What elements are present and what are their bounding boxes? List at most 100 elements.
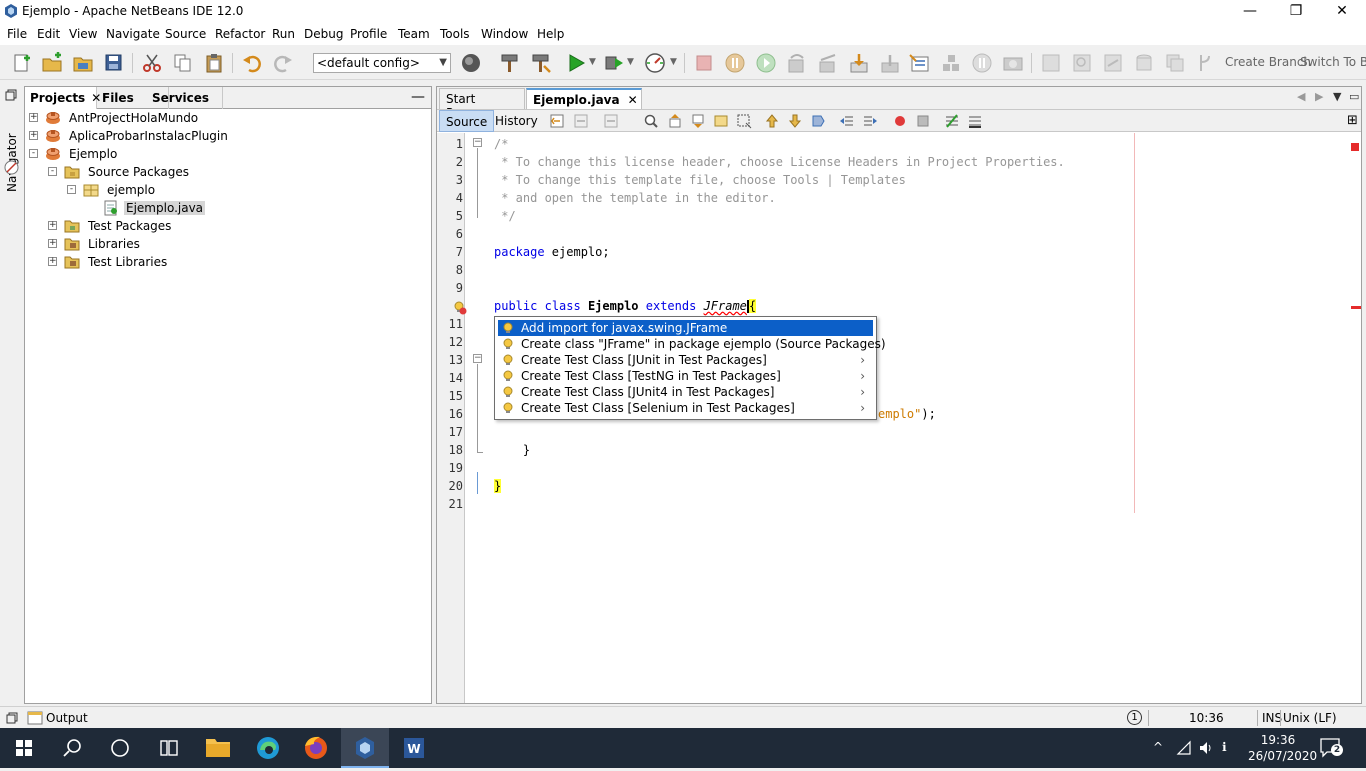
chevron-down-icon[interactable]: ▼ [589,57,596,67]
menu-profile[interactable]: Profile [350,27,387,41]
history-view-button[interactable]: History [489,110,544,132]
collapse-icon[interactable]: - [29,149,38,158]
start-macro-recording-icon[interactable] [892,113,908,129]
expand-icon[interactable]: + [29,131,38,140]
close-icon[interactable]: ✕ [1319,0,1365,23]
error-stripe-marker[interactable] [1351,143,1359,151]
menu-tools[interactable]: Tools [440,27,470,41]
line-number[interactable]: 13 [437,351,463,369]
output-tab[interactable]: Output [46,711,88,725]
line-number[interactable]: 8 [437,261,463,279]
next-bookmark-icon[interactable] [787,113,803,129]
switch-branch-button[interactable]: Switch To Bra [1300,55,1366,69]
close-icon[interactable]: ✕ [628,93,638,107]
line-number[interactable]: 18 [437,441,463,459]
menu-source[interactable]: Source [165,27,206,41]
paste-icon[interactable] [203,52,225,74]
code-line-20[interactable]: } [494,477,502,495]
redo-icon[interactable] [272,52,294,74]
expand-icon[interactable]: + [48,257,57,266]
line-number[interactable]: 3 [437,171,463,189]
menu-window[interactable]: Window [481,27,528,41]
word-icon[interactable]: W [390,728,438,768]
find-icon[interactable] [643,113,659,129]
restore-window-icon[interactable] [6,712,18,724]
code-line-10[interactable]: public class Ejemplo extends JFrame{ [494,297,757,315]
last-edit-icon[interactable] [549,113,565,129]
uncomment-icon[interactable] [967,113,983,129]
rectangular-selection-icon[interactable] [736,113,752,129]
configuration-select[interactable]: <default config> ▼ [313,53,451,73]
menu-navigate[interactable]: Navigate [106,27,160,41]
line-number[interactable]: 7 [437,243,463,261]
hint-create-test-junit[interactable]: Create Test Class [JUnit in Test Package… [498,352,873,368]
code-line-1[interactable]: /* [494,135,508,153]
line-number[interactable]: 16 [437,405,463,423]
start-icon[interactable] [0,728,48,768]
line-number[interactable]: 2 [437,153,463,171]
input-language-icon[interactable]: ℹ [1222,740,1227,754]
code-line-3[interactable]: * To change this template file, choose T… [494,171,906,189]
volume-icon[interactable] [1198,740,1214,756]
scroll-tabs-left-icon[interactable]: ◀ [1297,90,1305,103]
expand-icon[interactable]: + [29,113,38,122]
source-view-button[interactable]: Source [439,110,495,132]
menu-debug[interactable]: Debug [304,27,343,41]
system-clock[interactable]: 19:36 26/07/2020 [1248,732,1317,764]
open-project-icon[interactable] [72,52,94,74]
hint-create-test-testng[interactable]: Create Test Class [TestNG in Test Packag… [498,368,873,384]
code-line-2[interactable]: * To change this license header, choose … [494,153,1065,171]
line-number[interactable]: 17 [437,423,463,441]
menu-view[interactable]: View [69,27,97,41]
minimize-panel-icon[interactable]: — [411,89,425,105]
menu-refactor[interactable]: Refactor [215,27,265,41]
hint-create-class[interactable]: Create class "JFrame" in package ejemplo… [498,336,886,352]
tab-ejemplo-java[interactable]: Ejemplo.java ✕ [526,88,642,109]
cut-icon[interactable] [141,52,163,74]
action-center-icon[interactable]: 2 [1318,736,1348,760]
fold-collapse-icon[interactable]: − [473,354,482,363]
search-icon[interactable] [48,728,96,768]
line-number[interactable]: 4 [437,189,463,207]
shift-right-icon[interactable] [862,113,878,129]
cortana-icon[interactable] [96,728,144,768]
output-window-icon[interactable] [27,710,43,726]
line-number[interactable]: 15 [437,387,463,405]
line-endings[interactable]: Unix (LF) [1283,711,1337,725]
file-explorer-icon[interactable] [194,728,242,768]
forward-icon[interactable] [603,113,619,129]
line-number[interactable]: 9 [437,279,463,297]
chevron-down-icon[interactable]: ▼ [627,57,634,67]
line-number[interactable]: 1 [437,135,463,153]
debug-icon[interactable] [603,52,625,74]
profile-icon[interactable] [644,52,666,74]
previous-bookmark-icon[interactable] [764,113,780,129]
comment-icon[interactable] [944,113,960,129]
chevron-down-icon[interactable]: ▼ [670,57,677,67]
shift-left-icon[interactable] [839,113,855,129]
step-into-icon[interactable] [848,52,870,74]
globe-icon[interactable] [460,52,482,74]
error-stripe-line-marker[interactable] [1351,306,1361,309]
code-line-7[interactable]: package ejemplo; [494,243,610,261]
code-line-18[interactable]: } [494,441,530,459]
back-icon[interactable] [573,113,589,129]
stop-macro-recording-icon[interactable] [915,113,931,129]
hint-add-import[interactable]: Add import for javax.swing.JFrame [498,320,873,336]
chevron-down-icon[interactable]: ▼ [439,57,447,68]
run-icon[interactable] [565,52,587,74]
line-number[interactable]: 19 [437,459,463,477]
new-project-icon[interactable] [41,52,63,74]
toggle-bookmark-icon[interactable] [810,113,826,129]
hint-create-test-selenium[interactable]: Create Test Class [Selenium in Test Pack… [498,400,873,416]
line-number[interactable]: 12 [437,333,463,351]
code-line-16[interactable]: emplo"); [878,405,936,423]
new-file-icon[interactable] [10,52,32,74]
undo-icon[interactable] [241,52,263,74]
tab-start-page[interactable]: Start Page✕ [439,88,525,120]
minimize-icon[interactable]: — [1227,0,1273,23]
show-opened-documents-icon[interactable]: ▼ [1333,90,1341,103]
tab-projects[interactable]: Projects ✕ [25,87,101,109]
notifications-badge[interactable]: 1 [1127,710,1142,725]
code-line-5[interactable]: */ [494,207,515,225]
